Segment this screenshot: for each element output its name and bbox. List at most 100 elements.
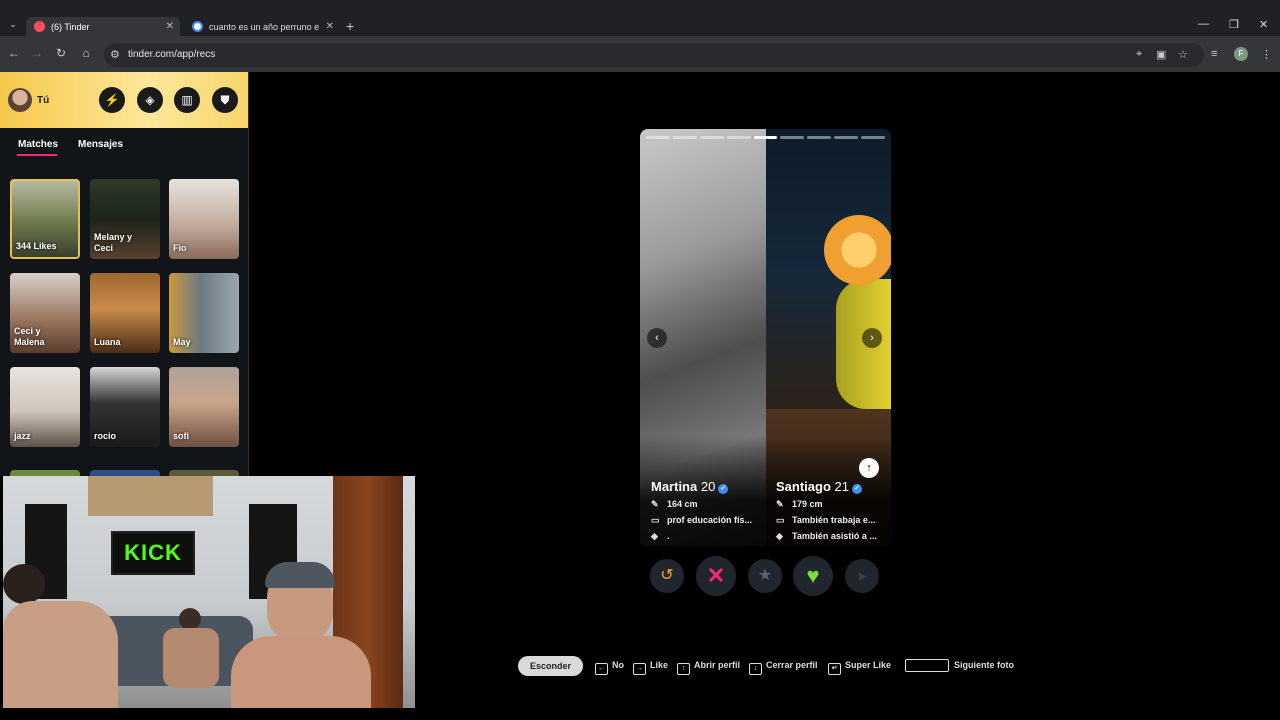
height-text: 179 cm [792, 499, 823, 509]
briefcase-icon[interactable]: ▥ [174, 87, 200, 113]
close-tab-icon[interactable]: ✕ [326, 21, 334, 32]
shortcut-label: No [612, 660, 624, 670]
back-arrow-icon[interactable]: ← [6, 46, 22, 60]
profile-school: ◆ También asistió a ... [776, 531, 877, 542]
match-card[interactable]: jazz [10, 367, 80, 447]
person-middle-body [163, 628, 219, 688]
tab-messages[interactable]: Mensajes [78, 139, 123, 150]
graduation-cap-icon: ◆ [651, 531, 658, 541]
graduation-cap-icon: ◆ [776, 531, 783, 541]
webcam-overlay: KICK [3, 476, 415, 708]
shortcut-super-like: ↵ Super Like [828, 660, 891, 675]
rewind-icon: ↺ [660, 567, 674, 584]
shortcut-no: ← No [595, 660, 624, 675]
install-app-icon[interactable]: ▣ [1156, 48, 1166, 61]
photo-progress-segment[interactable] [807, 136, 832, 139]
verified-badge-icon: ✓ [718, 484, 729, 494]
shortcut-label: Cerrar perfil [766, 660, 818, 670]
height-text: 164 cm [667, 499, 698, 509]
avatar[interactable] [8, 88, 32, 112]
heart-icon: ♥ [806, 563, 820, 588]
shortcut-label: Super Like [845, 660, 892, 670]
address-bar[interactable] [104, 43, 1204, 67]
photo-progress-segment[interactable] [753, 136, 778, 139]
photo-progress-segment[interactable] [726, 136, 751, 139]
close-tab-icon[interactable]: ✕ [166, 21, 174, 32]
match-card[interactable]: Ceci y Malena [10, 273, 80, 353]
ruler-icon: ✎ [651, 499, 659, 509]
hide-shortcuts-button[interactable]: Esconder [518, 656, 583, 676]
match-name: jazz [14, 431, 31, 441]
restore-icon[interactable]: ❐ [1229, 18, 1239, 31]
open-profile-icon[interactable]: ↑ [859, 458, 879, 478]
shortcut-label: Abrir perfil [694, 660, 741, 670]
profile-job: ▭ prof educación fís... [651, 515, 752, 526]
match-card[interactable]: rocio [90, 367, 160, 447]
name-text: Martina [651, 479, 698, 494]
photo-progress-segment[interactable] [861, 136, 885, 139]
match-name: Luana [94, 337, 121, 347]
match-card[interactable]: Luana [90, 273, 160, 353]
photo-progress-segment[interactable] [672, 136, 697, 139]
likes-you-tile[interactable]: 344 Likes [10, 179, 80, 259]
bookmark-star-icon[interactable]: ☆ [1178, 48, 1188, 61]
match-name: May [173, 337, 191, 347]
name-text: Santiago [776, 479, 831, 494]
shortcut-like: → Like [633, 660, 668, 675]
like-button[interactable]: ♥ [793, 556, 833, 596]
photo-orange-slice [824, 215, 891, 285]
site-info-icon[interactable]: ⚙ [110, 48, 120, 61]
profile-name[interactable]: Santiago 21 ✓ [776, 479, 862, 494]
person-middle-head [179, 608, 201, 630]
age-text: 21 [834, 479, 849, 494]
nope-button[interactable]: ✕ [696, 556, 736, 596]
shortcut-label: Like [650, 660, 669, 670]
boost-button[interactable]: ➤ [845, 559, 879, 593]
boost-icon[interactable]: ⚡ [99, 87, 125, 113]
reload-icon[interactable]: ↻ [53, 46, 69, 60]
rewind-button[interactable]: ↺ [650, 559, 684, 593]
star-icon: ★ [757, 567, 773, 584]
kick-sign: KICK [111, 531, 195, 575]
tab-title: (6) Tinder [51, 21, 90, 32]
tab-matches[interactable]: Matches [18, 139, 58, 150]
profile-avatar[interactable]: F [1234, 47, 1248, 61]
photo-progress-segment[interactable] [646, 136, 670, 139]
down-arrow-key-icon: ↓ [749, 663, 762, 675]
tab-tinder[interactable]: (6) Tinder ✕ [26, 17, 180, 36]
ruler-icon: ✎ [776, 499, 784, 509]
shield-icon[interactable]: ⛊ [212, 87, 238, 113]
super-like-button[interactable]: ★ [748, 559, 782, 593]
briefcase-icon: ▭ [651, 515, 660, 525]
minimize-icon[interactable]: — [1198, 18, 1209, 30]
forward-arrow-icon[interactable]: → [29, 46, 45, 60]
photo-progress-segment[interactable] [780, 136, 805, 139]
tab-google-search[interactable]: cuanto es un año perruno en h ✕ [184, 17, 340, 36]
profile-name[interactable]: Martina 20 ✓ [651, 479, 729, 494]
match-card[interactable]: May [169, 273, 239, 353]
active-tab-indicator [17, 154, 57, 156]
menu-kebab-icon[interactable]: ⋮ [1261, 48, 1272, 61]
match-card[interactable]: sofi [169, 367, 239, 447]
media-controls-icon[interactable]: ≡ [1211, 48, 1217, 60]
profile-label[interactable]: Tú [37, 95, 49, 106]
likes-count: 344 Likes [16, 241, 57, 251]
match-card[interactable]: Melany y Ceci [90, 179, 160, 259]
job-text: También trabaja e... [792, 515, 876, 525]
new-tab-button[interactable]: + [346, 18, 354, 34]
photo-progress-segment[interactable] [699, 136, 724, 139]
url-text[interactable]: tinder.com/app/recs [128, 49, 215, 60]
explore-icon[interactable]: ◈ [137, 87, 163, 113]
home-icon[interactable]: ⌂ [78, 46, 94, 60]
previous-photo-icon[interactable]: ‹ [647, 328, 667, 348]
profile-card[interactable]: ‹ › ↑ Martina 20 ✓ ✎ 164 cm ▭ prof educació… [640, 129, 891, 546]
match-card[interactable]: Fio [169, 179, 239, 259]
next-photo-icon[interactable]: › [862, 328, 882, 348]
matches-sidebar: Tú ⚡ ◈ ▥ ⛊ Matches Mensajes 344 Likes Me… [0, 72, 249, 476]
close-window-icon[interactable]: ✕ [1259, 18, 1268, 31]
job-text: prof educación fís... [667, 515, 753, 525]
tab-search-chevron-icon[interactable]: ⌄ [6, 19, 20, 33]
photo-progress-segment[interactable] [834, 136, 859, 139]
location-icon[interactable]: ⌖ [1136, 48, 1142, 61]
school-text: . [667, 531, 670, 541]
